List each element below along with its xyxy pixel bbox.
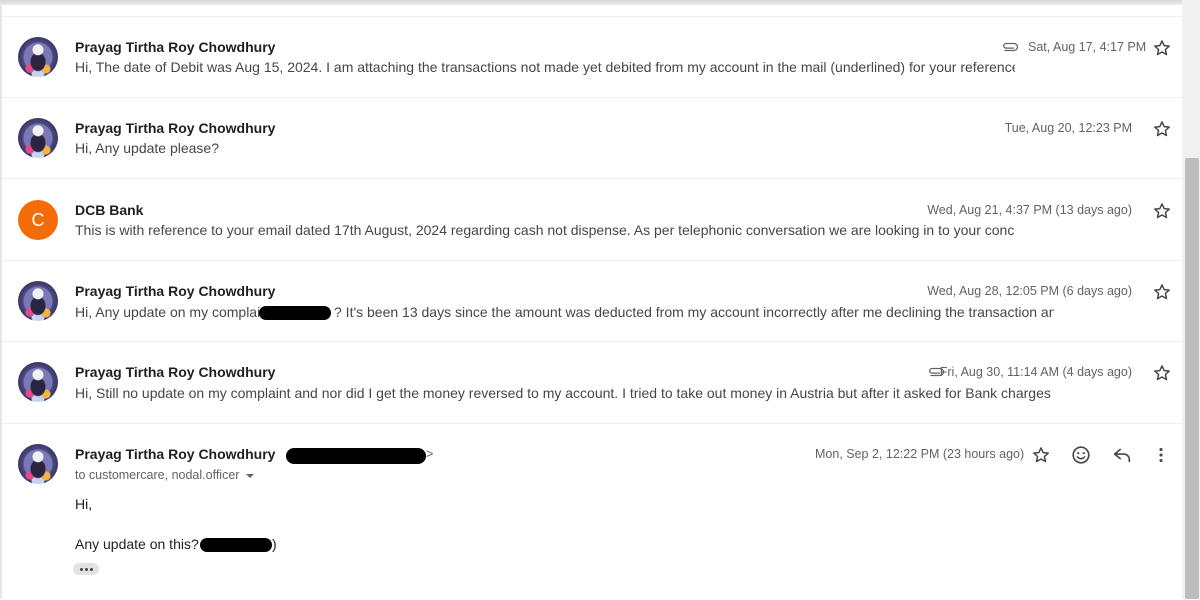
- sender-name: Prayag Tirtha Roy Chowdhury: [75, 446, 276, 462]
- star-outline-icon[interactable]: [1152, 201, 1172, 221]
- redaction-mark: [259, 306, 331, 320]
- message-snippet: Hi, Any update please?: [75, 140, 219, 156]
- more-vert-icon[interactable]: [1150, 444, 1172, 466]
- scrollbar[interactable]: [1182, 0, 1200, 599]
- paperclip-icon: [1001, 42, 1019, 52]
- star-outline-icon[interactable]: [1152, 119, 1172, 139]
- avatar: C: [18, 200, 58, 240]
- collapsed-message[interactable]: Prayag Tirtha Roy Chowdhury Hi, The date…: [2, 16, 1182, 98]
- avatar: [18, 444, 58, 484]
- collapsed-message[interactable]: Prayag Tirtha Roy Chowdhury Hi, Any upda…: [2, 97, 1182, 179]
- reply-icon[interactable]: [1111, 444, 1133, 466]
- star-outline-icon[interactable]: [1152, 38, 1172, 58]
- sender-name: Prayag Tirtha Roy Chowdhury: [75, 283, 276, 299]
- window-top-edge: [0, 0, 1200, 5]
- show-trimmed-content-icon[interactable]: [73, 563, 99, 575]
- avatar: [18, 37, 58, 77]
- star-outline-icon[interactable]: [1031, 445, 1051, 465]
- open-message: Prayag Tirtha Roy Chowdhury > to custome…: [2, 423, 1182, 600]
- message-snippet: Hi, The date of Debit was Aug 15, 2024. …: [75, 59, 1015, 75]
- redacted-email: [286, 448, 426, 464]
- email-address-end: >: [426, 447, 434, 461]
- sender-name: Prayag Tirtha Roy Chowdhury: [75, 39, 276, 55]
- collapsed-message[interactable]: Prayag Tirtha Roy Chowdhury Hi, Still no…: [2, 341, 1182, 423]
- message-snippet: Hi, Still no update on my complaint and …: [75, 385, 1051, 401]
- sender-name: Prayag Tirtha Roy Chowdhury: [75, 364, 276, 380]
- avatar: [18, 362, 58, 402]
- message-date: Wed, Aug 21, 4:37 PM (13 days ago): [927, 203, 1132, 217]
- star-outline-icon[interactable]: [1152, 363, 1172, 383]
- collapsed-message[interactable]: C DCB Bank This is with reference to you…: [2, 178, 1182, 260]
- scrollbar-thumb[interactable]: [1185, 158, 1199, 599]
- message-date: Mon, Sep 2, 12:22 PM (23 hours ago): [815, 447, 1025, 461]
- message-date: Tue, Aug 20, 12:23 PM: [1004, 121, 1132, 135]
- message-date: Wed, Aug 28, 12:05 PM (6 days ago): [927, 284, 1132, 298]
- sender-name: Prayag Tirtha Roy Chowdhury: [75, 120, 276, 136]
- message-body-end: ): [272, 536, 277, 552]
- sender-name: DCB Bank: [75, 202, 144, 218]
- avatar: [18, 281, 58, 321]
- star-outline-icon[interactable]: [1152, 282, 1172, 302]
- collapsed-message[interactable]: Prayag Tirtha Roy Chowdhury Hi, Any upda…: [2, 260, 1182, 342]
- message-snippet: This is with reference to your email dat…: [75, 222, 1015, 238]
- message-snippet-end: ? It's been 13 days since the amount was…: [334, 304, 1054, 320]
- message-snippet-start: Hi, Any update on my complaint: [75, 304, 272, 320]
- message-date: Sat, Aug 17, 4:17 PM: [1028, 40, 1147, 54]
- avatar: [18, 118, 58, 158]
- caret-down-icon[interactable]: [245, 472, 255, 480]
- redaction-mark: [200, 538, 272, 552]
- message-date: Fri, Aug 30, 11:14 AM (4 days ago): [939, 365, 1132, 379]
- recipients: to customercare, nodal.officer: [75, 468, 240, 482]
- message-greeting: Hi,: [75, 496, 93, 512]
- message-body-start: Any update on this? (: [75, 536, 208, 552]
- emoji-react-icon[interactable]: [1070, 444, 1092, 466]
